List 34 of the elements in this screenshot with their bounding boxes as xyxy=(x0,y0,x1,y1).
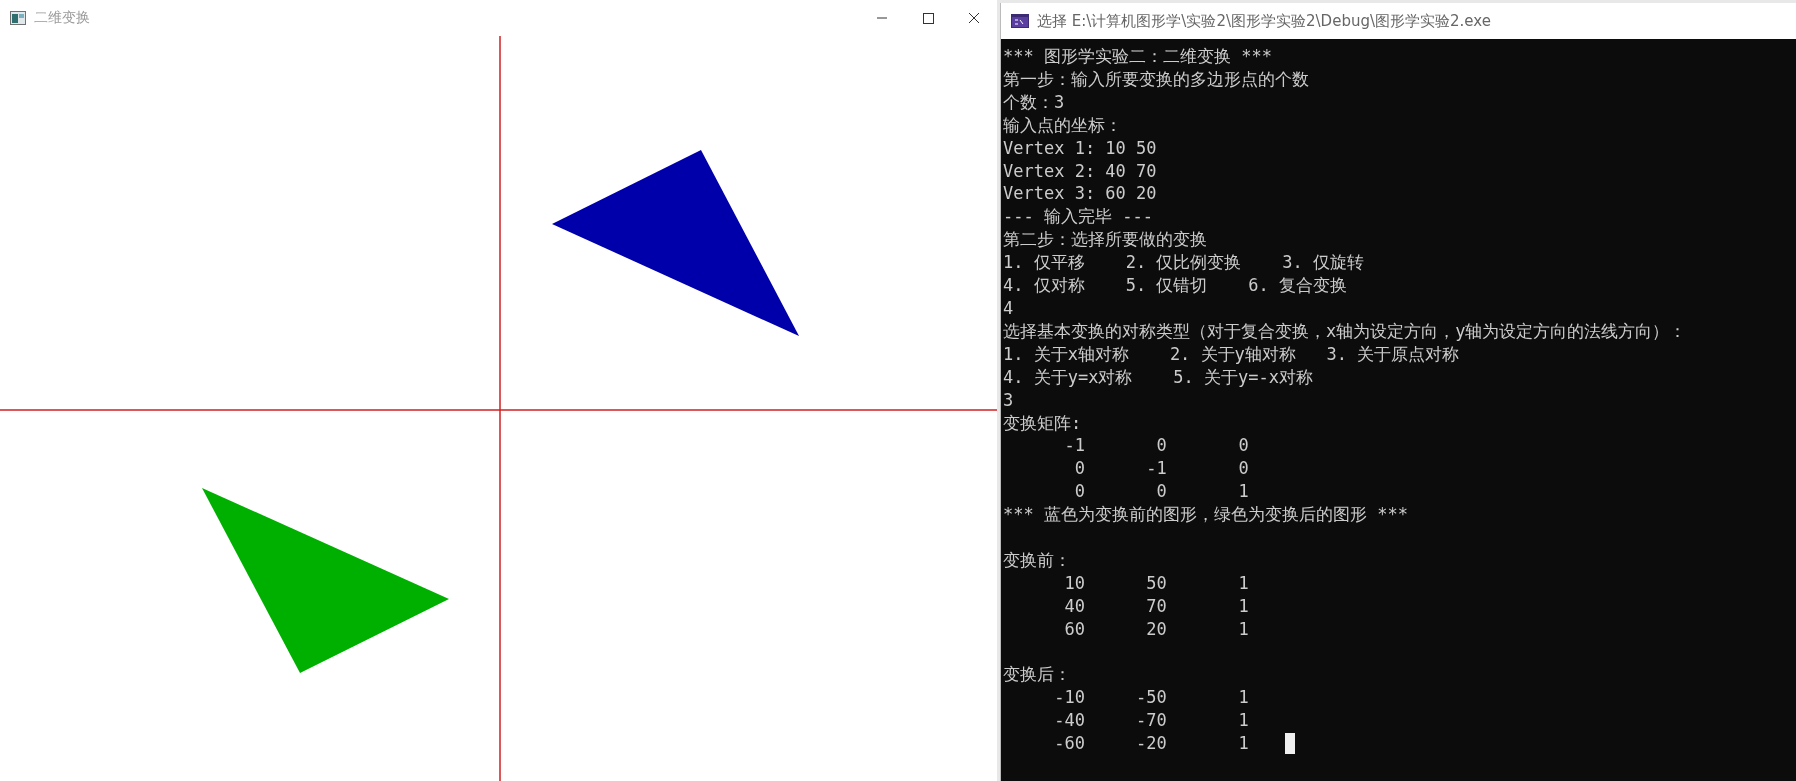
console-line: 3 xyxy=(1003,388,1014,412)
console-line: 0 0 1 xyxy=(1073,480,1249,504)
console-line: 0 -1 0 xyxy=(1073,457,1249,481)
console-line: --- 输入完毕 --- xyxy=(1003,205,1153,229)
console-line: -40 -70 1 xyxy=(1053,709,1249,733)
console-line: 60 20 1 xyxy=(1063,617,1249,641)
console-line: -1 0 0 xyxy=(1063,434,1249,458)
console-line: -60 -20 1 xyxy=(1053,732,1249,756)
text-cursor xyxy=(1284,733,1295,755)
window-title: 二维变换 xyxy=(34,9,91,27)
console-line: 40 70 1 xyxy=(1063,594,1249,618)
console-line: *** 图形学实验二：二维变换 *** xyxy=(1003,45,1272,68)
console-line: 4. 关于y=x对称 5. 关于y=-x对称 xyxy=(1003,365,1313,389)
console-icon xyxy=(1011,14,1029,28)
console-line: 变换后： xyxy=(1003,663,1071,687)
console-line: 1. 关于x轴对称 2. 关于y轴对称 3. 关于原点对称 xyxy=(1003,342,1460,366)
app-icon xyxy=(10,11,26,25)
console-line: 选择基本变换的对称类型（对于复合变换，x轴为设定方向，y轴为设定方向的法线方向）： xyxy=(1003,319,1687,343)
console-line: Vertex 2: 40 70 xyxy=(1003,159,1157,183)
console-line: Vertex 1: 10 50 xyxy=(1003,136,1157,160)
console-line: 4 xyxy=(1003,296,1014,320)
console-line: 变换前： xyxy=(1003,548,1071,572)
console-line: Vertex 3: 60 20 xyxy=(1003,182,1157,206)
console-line: *** 蓝色为变换前的图形，绿色为变换后的图形 *** xyxy=(1003,503,1408,527)
console-line: 变换矩阵: xyxy=(1003,411,1082,435)
console-line: 第一步：输入所要变换的多边形点的个数 xyxy=(1003,67,1309,91)
console-line: 个数：3 xyxy=(1003,90,1065,114)
console-line: 输入点的坐标： xyxy=(1003,113,1122,137)
console-line: 1. 仅平移 2. 仅比例变换 3. 仅旋转 xyxy=(1003,251,1364,275)
console-line: 10 50 1 xyxy=(1063,571,1249,595)
console-line: 第二步：选择所要做的变换 xyxy=(1003,228,1207,252)
console-line: 4. 仅对称 5. 仅错切 6. 复合变换 xyxy=(1003,274,1347,297)
window-title: 选择 E:\计算机图形学\实验2\图形学实验2\Debug\图形学实验2.exe xyxy=(1037,11,1491,31)
console-line: -10 -50 1 xyxy=(1053,686,1249,710)
